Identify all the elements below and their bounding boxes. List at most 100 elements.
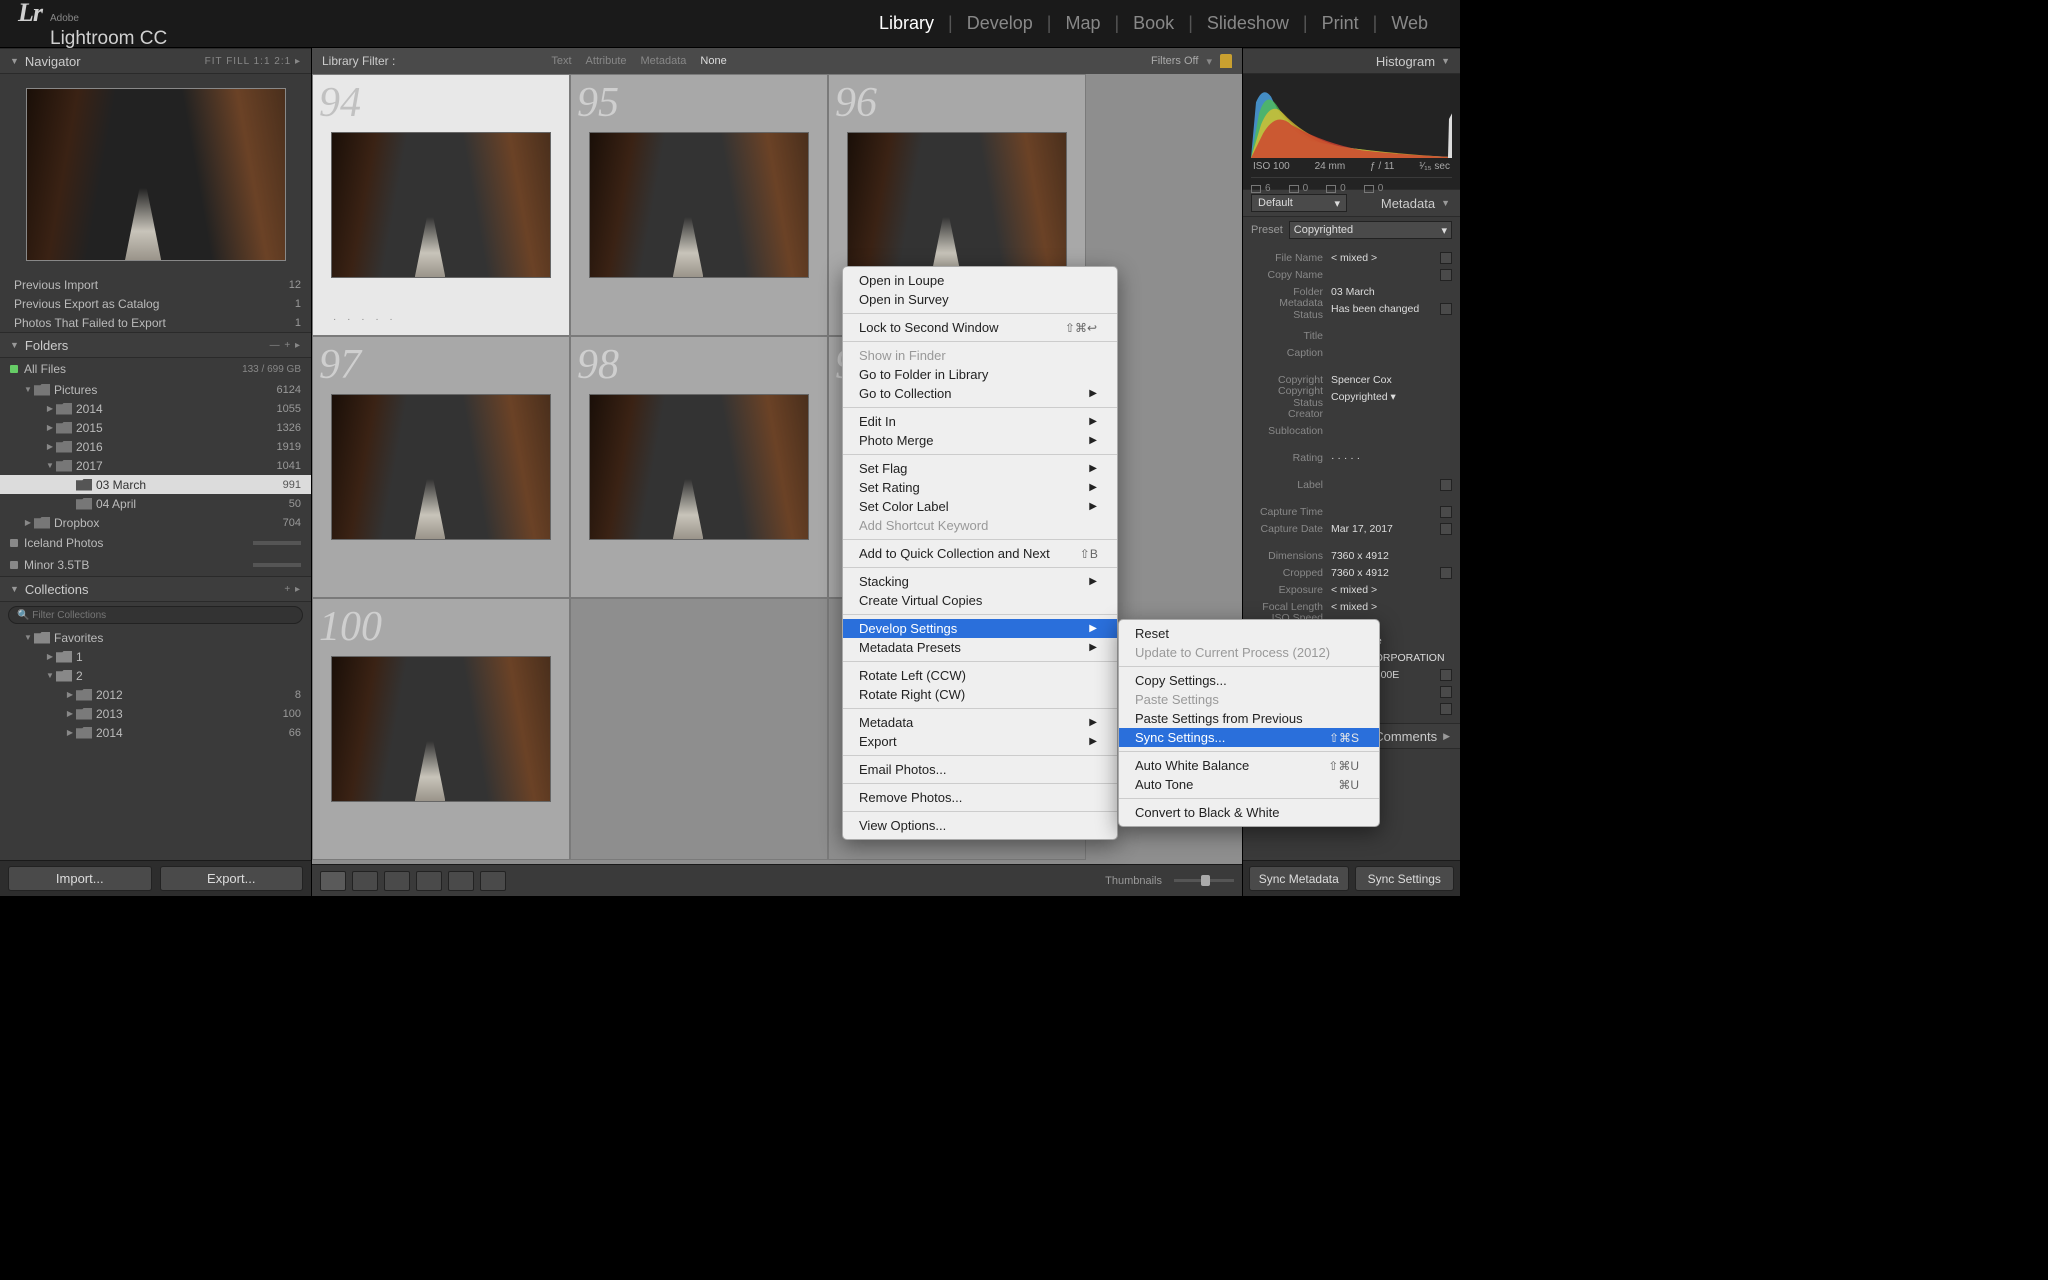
folder-row[interactable]: ▶20161919	[0, 437, 311, 456]
collections-header[interactable]: ▼Collections + ▸	[0, 576, 311, 602]
survey-view-button[interactable]	[416, 871, 442, 891]
collection-row[interactable]: ▶201466	[0, 723, 311, 742]
collections-search[interactable]: 🔍 Filter Collections	[8, 606, 303, 624]
menu-item[interactable]: Sync Settings...⇧⌘S	[1119, 728, 1379, 747]
menu-item[interactable]: Rotate Left (CCW)	[843, 666, 1117, 685]
module-print[interactable]: Print	[1308, 13, 1373, 34]
menu-item[interactable]: Add to Quick Collection and Next⇧B	[843, 544, 1117, 563]
module-book[interactable]: Book	[1119, 13, 1188, 34]
metadata-view-select[interactable]: Default▾	[1251, 194, 1347, 212]
folder-row[interactable]: 04 April50	[0, 494, 311, 513]
import-button[interactable]: Import...	[8, 866, 152, 891]
navigator-preview[interactable]	[0, 74, 311, 275]
folder-row[interactable]: ▶Dropbox704	[0, 513, 311, 532]
menu-item[interactable]: Create Virtual Copies	[843, 591, 1117, 610]
menu-item[interactable]: Photo Merge▶	[843, 431, 1117, 450]
navigator-header[interactable]: ▼Navigator FIT FILL 1:1 2:1 ▸	[0, 48, 311, 74]
module-web[interactable]: Web	[1377, 13, 1442, 34]
menu-item[interactable]: Reset	[1119, 624, 1379, 643]
menu-item[interactable]: Stacking▶	[843, 572, 1117, 591]
menu-item[interactable]: Convert to Black & White	[1119, 803, 1379, 822]
histogram-header[interactable]: Histogram▼	[1243, 48, 1460, 74]
menu-item[interactable]: Remove Photos...	[843, 788, 1117, 807]
menu-item[interactable]: Auto White Balance⇧⌘U	[1119, 756, 1379, 775]
metadata-row[interactable]: Capture Time	[1251, 503, 1452, 520]
sync-settings-button[interactable]: Sync Settings	[1355, 866, 1455, 891]
grid-cell[interactable]: 95	[570, 74, 828, 336]
context-submenu-develop-settings[interactable]: ResetUpdate to Current Process (2012)Cop…	[1118, 619, 1380, 827]
thumbnail-size-slider[interactable]	[1174, 879, 1234, 882]
filter-metadata[interactable]: Metadata	[641, 55, 687, 67]
sync-metadata-button[interactable]: Sync Metadata	[1249, 866, 1349, 891]
collection-row[interactable]: ▼2	[0, 666, 311, 685]
folder-row[interactable]: ▼20171041	[0, 456, 311, 475]
menu-item[interactable]: View Options...	[843, 816, 1117, 835]
metadata-row[interactable]: Sublocation	[1251, 422, 1452, 439]
grid-cell[interactable]: 100	[312, 598, 570, 860]
catalog-item[interactable]: Previous Export as Catalog1	[0, 294, 311, 313]
menu-item[interactable]: Go to Collection▶	[843, 384, 1117, 403]
menu-item[interactable]: Metadata Presets▶	[843, 638, 1117, 657]
metadata-row[interactable]: Caption	[1251, 344, 1452, 361]
metadata-row[interactable]: Metadata StatusHas been changed	[1251, 300, 1452, 317]
menu-item[interactable]: Develop Settings▶	[843, 619, 1117, 638]
collection-row[interactable]: ▶20128	[0, 685, 311, 704]
grid-cell[interactable]: 97	[312, 336, 570, 598]
menu-item[interactable]: Metadata▶	[843, 713, 1117, 732]
metadata-row[interactable]: Title	[1251, 327, 1452, 344]
menu-item[interactable]: Set Color Label▶	[843, 497, 1117, 516]
menu-item[interactable]: Rotate Right (CW)	[843, 685, 1117, 704]
collection-row[interactable]: ▶1	[0, 647, 311, 666]
module-develop[interactable]: Develop	[953, 13, 1047, 34]
catalog-item[interactable]: Photos That Failed to Export1	[0, 313, 311, 332]
menu-item[interactable]: Edit In▶	[843, 412, 1117, 431]
metadata-row[interactable]: Rating· · · · ·	[1251, 449, 1452, 466]
collection-row[interactable]: ▼Favorites	[0, 628, 311, 647]
metadata-row[interactable]: Copyright StatusCopyrighted ▾	[1251, 388, 1452, 405]
filter-none[interactable]: None	[700, 55, 726, 67]
module-map[interactable]: Map	[1051, 13, 1114, 34]
filter-text[interactable]: Text	[551, 55, 571, 67]
metadata-row[interactable]: Cropped7360 x 4912	[1251, 564, 1452, 581]
metadata-preset-select[interactable]: Copyrighted▾	[1289, 221, 1452, 239]
metadata-row[interactable]: Label	[1251, 476, 1452, 493]
catalog-item[interactable]: Previous Import12	[0, 275, 311, 294]
menu-item[interactable]: Go to Folder in Library	[843, 365, 1117, 384]
metadata-row[interactable]: Capture DateMar 17, 2017	[1251, 520, 1452, 537]
collection-row[interactable]: ▶2013100	[0, 704, 311, 723]
menu-item[interactable]: Set Flag▶	[843, 459, 1117, 478]
loupe-view-button[interactable]	[352, 871, 378, 891]
folder-row[interactable]: ▼Pictures6124	[0, 380, 311, 399]
menu-item[interactable]: Lock to Second Window⇧⌘↩	[843, 318, 1117, 337]
painter-button[interactable]	[480, 871, 506, 891]
navigator-zoom-modes[interactable]: FIT FILL 1:1 2:1 ▸	[205, 56, 301, 67]
people-view-button[interactable]	[448, 871, 474, 891]
metadata-row[interactable]: Exposure< mixed >	[1251, 581, 1452, 598]
folder-row[interactable]: ▶20151326	[0, 418, 311, 437]
grid-cell[interactable]: 94· · · · ·	[312, 74, 570, 336]
menu-item[interactable]: Auto Tone⌘U	[1119, 775, 1379, 794]
menu-item[interactable]: Open in Survey	[843, 290, 1117, 309]
metadata-row[interactable]: Copy Name	[1251, 266, 1452, 283]
metadata-row[interactable]: Dimensions7360 x 4912	[1251, 547, 1452, 564]
grid-view-button[interactable]	[320, 871, 346, 891]
module-library[interactable]: Library	[865, 13, 948, 34]
volume-row[interactable]: All Files 133 / 699 GB	[0, 358, 311, 380]
folders-header[interactable]: ▼Folders — + ▸	[0, 332, 311, 358]
grid-cell[interactable]: 98	[570, 336, 828, 598]
menu-item[interactable]: Open in Loupe	[843, 271, 1117, 290]
filters-off[interactable]: Filters Off	[1151, 55, 1198, 67]
metadata-row[interactable]: Creator	[1251, 405, 1452, 422]
compare-view-button[interactable]	[384, 871, 410, 891]
folder-row[interactable]: 03 March991	[0, 475, 311, 494]
menu-item[interactable]: Set Rating▶	[843, 478, 1117, 497]
module-slideshow[interactable]: Slideshow	[1193, 13, 1303, 34]
filter-attribute[interactable]: Attribute	[586, 55, 627, 67]
volume-row[interactable]: Minor 3.5TB	[0, 554, 311, 576]
volume-row[interactable]: Iceland Photos	[0, 532, 311, 554]
menu-item[interactable]: Export▶	[843, 732, 1117, 751]
metadata-row[interactable]: File Name< mixed >	[1251, 249, 1452, 266]
export-button[interactable]: Export...	[160, 866, 304, 891]
folder-row[interactable]: ▶20141055	[0, 399, 311, 418]
context-menu[interactable]: Open in LoupeOpen in Survey Lock to Secon…	[842, 266, 1118, 840]
